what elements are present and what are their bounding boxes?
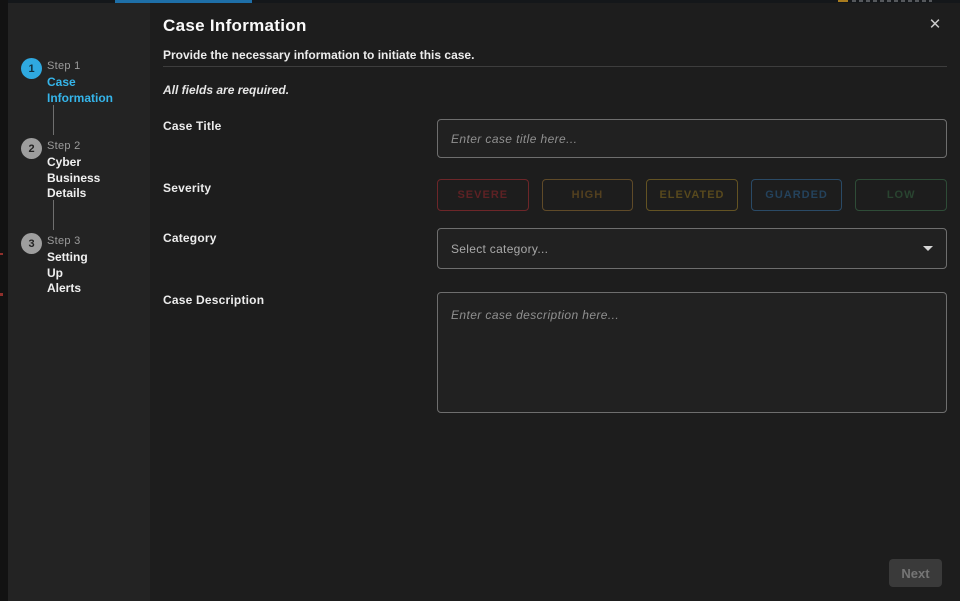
severity-low-button[interactable]: LOW bbox=[855, 179, 947, 211]
step-name: Setting Up Alerts bbox=[47, 250, 97, 297]
wizard-stepper-sidebar: 1 Step 1 Case Information 2 Step 2 Cyber… bbox=[8, 3, 150, 601]
step-name: Cyber Business Details bbox=[47, 155, 97, 202]
category-label: Category bbox=[163, 231, 217, 245]
required-fields-note: All fields are required. bbox=[163, 83, 289, 97]
severity-guarded-button[interactable]: GUARDED bbox=[751, 179, 843, 211]
stepper-connector bbox=[53, 200, 54, 230]
case-information-panel: Case Information ✕ Provide the necessary… bbox=[150, 3, 960, 601]
dialog-subtitle: Provide the necessary information to ini… bbox=[163, 48, 474, 62]
case-wizard-modal: 1 Step 1 Case Information 2 Step 2 Cyber… bbox=[0, 0, 960, 601]
step-label: Step 2 bbox=[47, 140, 97, 152]
step-label: Step 1 bbox=[47, 60, 97, 72]
page-title: Case Information bbox=[163, 16, 307, 36]
step-number-badge: 1 bbox=[21, 58, 42, 79]
next-button[interactable]: Next bbox=[889, 559, 942, 587]
case-description-label: Case Description bbox=[163, 293, 264, 307]
case-title-label: Case Title bbox=[163, 119, 221, 133]
close-icon[interactable]: ✕ bbox=[926, 16, 944, 34]
step-number-badge: 2 bbox=[21, 138, 42, 159]
category-select-placeholder: Select category... bbox=[451, 242, 548, 256]
case-title-input[interactable] bbox=[437, 119, 947, 158]
background-red-speck bbox=[0, 293, 3, 296]
background-dashed-text-remnant bbox=[852, 0, 932, 2]
header-divider bbox=[163, 66, 947, 67]
background-page-left-edge bbox=[0, 0, 8, 601]
background-amber-chip bbox=[838, 0, 848, 2]
severity-elevated-button[interactable]: ELEVATED bbox=[646, 179, 738, 211]
step-name: Case Information bbox=[47, 75, 97, 106]
background-red-speck bbox=[0, 253, 3, 255]
severity-severe-button[interactable]: SEVERE bbox=[437, 179, 529, 211]
chevron-down-icon bbox=[923, 246, 933, 251]
step-number-badge: 3 bbox=[21, 233, 42, 254]
severity-button-group: SEVERE HIGH ELEVATED GUARDED LOW bbox=[437, 179, 947, 211]
severity-high-button[interactable]: HIGH bbox=[542, 179, 634, 211]
case-description-textarea[interactable] bbox=[437, 292, 947, 413]
severity-label: Severity bbox=[163, 181, 211, 195]
step-label: Step 3 bbox=[47, 235, 97, 247]
stepper-connector bbox=[53, 105, 54, 135]
category-select[interactable]: Select category... bbox=[437, 228, 947, 269]
